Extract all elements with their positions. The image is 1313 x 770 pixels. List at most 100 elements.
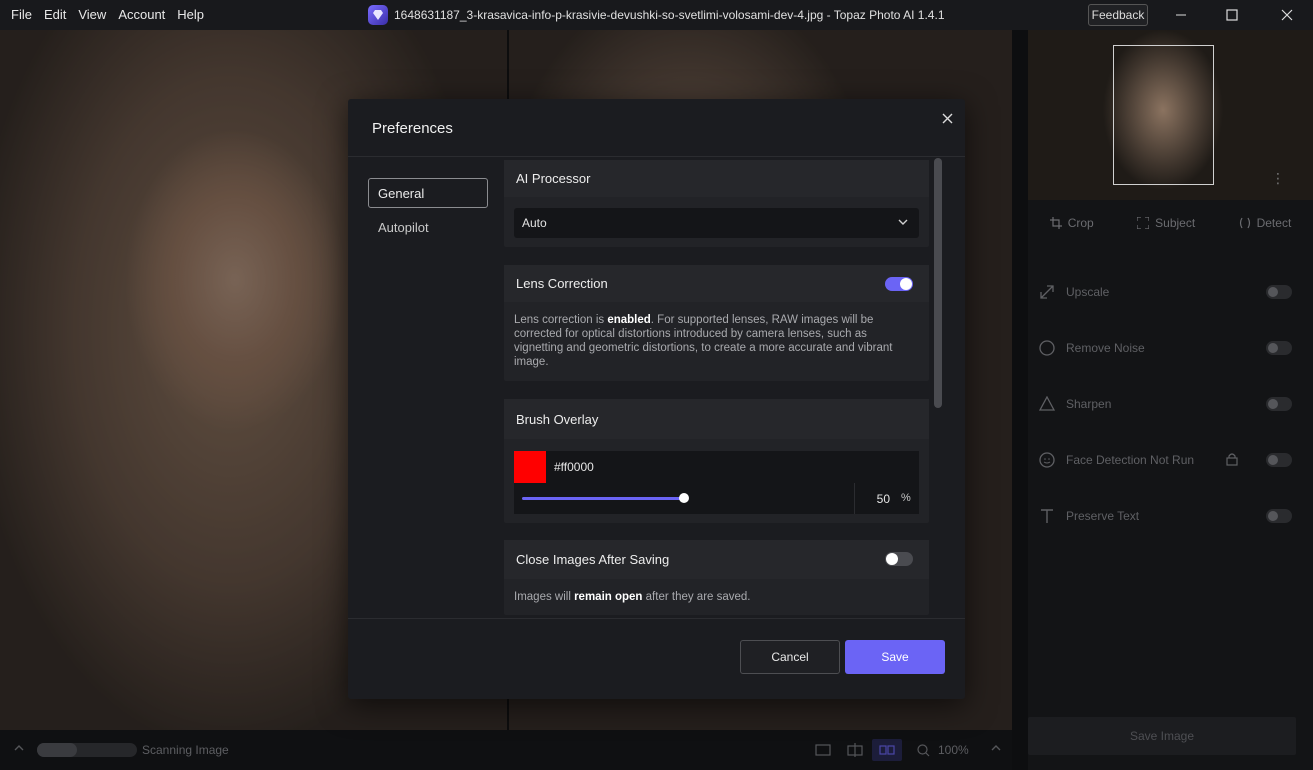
section-heading: AI Processor — [516, 171, 591, 186]
opacity-value-input[interactable]: 50 — [866, 492, 890, 506]
desc-text: after they are saved. — [642, 591, 751, 603]
single-view-icon[interactable] — [810, 740, 836, 760]
sharpen-toggle[interactable] — [1266, 397, 1292, 411]
scan-status-label: Scanning Image — [142, 743, 229, 757]
remove-noise-icon — [1038, 339, 1056, 357]
navigator-viewport-frame[interactable] — [1113, 45, 1214, 185]
menu-account[interactable]: Account — [112, 0, 171, 30]
ai-processor-select[interactable]: Auto — [514, 208, 919, 238]
divider — [854, 483, 855, 514]
close-after-saving-toggle[interactable] — [885, 552, 913, 566]
zoom-level[interactable]: 100% — [938, 743, 969, 757]
filter-preserve-text[interactable]: Preserve Text — [1038, 504, 1292, 528]
upscale-icon — [1038, 283, 1056, 301]
feedback-button[interactable]: Feedback — [1088, 4, 1148, 26]
dialog-title: Preferences — [372, 120, 453, 137]
topaz-logo-icon — [368, 5, 388, 25]
close-icon — [942, 113, 952, 123]
save-button[interactable]: Save — [845, 640, 945, 674]
filter-label: Upscale — [1066, 285, 1110, 299]
filter-label: Remove Noise — [1066, 341, 1145, 355]
side-by-side-view-icon[interactable] — [872, 739, 902, 761]
preserve-text-toggle[interactable] — [1266, 509, 1292, 523]
close-dialog-button[interactable] — [939, 109, 955, 127]
filter-label: Sharpen — [1066, 397, 1112, 411]
tab-general[interactable]: General — [368, 178, 488, 208]
more-options-icon[interactable]: ⋮ — [1271, 170, 1285, 187]
subject-icon — [1137, 217, 1150, 229]
sharpen-icon — [1038, 395, 1056, 413]
close-window-button[interactable] — [1264, 0, 1310, 30]
subject-label: Subject — [1155, 216, 1196, 230]
filter-remove-noise[interactable]: Remove Noise — [1038, 336, 1292, 360]
cancel-button[interactable]: Cancel — [740, 640, 840, 674]
lock-icon — [1226, 452, 1238, 469]
maximize-button[interactable] — [1209, 0, 1255, 30]
detect-label: Detect — [1256, 216, 1292, 230]
section-heading: Lens Correction — [516, 276, 608, 291]
selected-value: Auto — [522, 216, 547, 230]
face-icon — [1038, 451, 1056, 469]
brush-overlay-heading: Brush Overlay — [504, 399, 929, 439]
desc-text: Images will — [514, 591, 575, 603]
window-title: 1648631187_3-krasavica-info-p-krasivie-d… — [368, 0, 945, 30]
lens-correction-heading: Lens Correction — [504, 265, 929, 302]
scan-progress-fill — [37, 743, 77, 757]
preferences-scrollbar[interactable] — [934, 158, 942, 408]
subject-tool-button[interactable]: Subject — [1137, 216, 1195, 230]
preferences-dialog: Preferences General Autopilot AI Process… — [348, 99, 965, 699]
window-title-text: 1648631187_3-krasavica-info-p-krasivie-d… — [394, 8, 945, 22]
brush-overlay-section: Brush Overlay #ff0000 50 % — [504, 399, 929, 523]
maximize-icon — [1226, 9, 1238, 21]
preferences-content: AI Processor Auto Lens Correction Lens c… — [504, 158, 930, 617]
lens-correction-section: Lens Correction Lens correction is enabl… — [504, 265, 929, 381]
opacity-slider-thumb[interactable] — [679, 493, 689, 503]
section-heading: Brush Overlay — [516, 411, 599, 427]
chevron-up-icon[interactable] — [13, 742, 25, 757]
color-hex-value[interactable]: #ff0000 — [554, 460, 594, 474]
detect-tool-button[interactable]: Detect — [1239, 216, 1292, 230]
upscale-toggle[interactable] — [1266, 285, 1292, 299]
menu-edit[interactable]: Edit — [38, 0, 72, 30]
chevron-up-icon[interactable] — [990, 742, 1002, 757]
minimize-icon — [1176, 14, 1186, 16]
close-after-saving-description: Images will remain open after they are s… — [504, 579, 929, 604]
lens-correction-toggle[interactable] — [885, 277, 913, 291]
status-bar: Scanning Image 100% — [0, 730, 1012, 770]
opacity-unit: % — [901, 492, 911, 504]
filter-sharpen[interactable]: Sharpen — [1038, 392, 1292, 416]
tab-autopilot[interactable]: Autopilot — [378, 218, 429, 238]
menu-help[interactable]: Help — [171, 0, 210, 30]
desc-emphasis: remain open — [574, 591, 643, 603]
toggle-knob — [886, 553, 898, 565]
title-bar: File Edit View Account Help 1648631187_3… — [0, 0, 1313, 30]
ai-processor-heading: AI Processor — [504, 160, 929, 197]
navigator-thumbnail[interactable]: ⋮ — [1028, 30, 1313, 200]
split-view-icon[interactable] — [842, 740, 868, 760]
save-image-button[interactable]: Save Image — [1028, 717, 1296, 755]
color-swatch[interactable] — [514, 451, 546, 483]
filter-label: Face Detection Not Run — [1066, 453, 1195, 467]
chevron-down-icon — [898, 219, 908, 225]
menu-bar: File Edit View Account Help — [0, 0, 210, 30]
divider — [348, 156, 965, 157]
desc-text: Lens correction is — [514, 314, 608, 326]
remove-noise-toggle[interactable] — [1266, 341, 1292, 355]
brush-color-picker[interactable]: #ff0000 — [514, 451, 919, 483]
menu-view[interactable]: View — [72, 0, 112, 30]
toggle-knob — [900, 278, 912, 290]
detect-icon — [1239, 217, 1250, 229]
close-icon — [1281, 9, 1293, 21]
filter-face-detection[interactable]: Face Detection Not Run — [1038, 448, 1292, 472]
face-detection-toggle[interactable] — [1266, 453, 1292, 467]
menu-file[interactable]: File — [5, 0, 38, 30]
close-after-saving-heading: Close Images After Saving — [504, 540, 929, 579]
zoom-icon[interactable] — [910, 740, 936, 760]
selection-tools: Crop Subject Detect — [1028, 216, 1313, 230]
brush-opacity-control: 50 % — [514, 483, 919, 514]
desc-emphasis: enabled — [607, 314, 651, 326]
minimize-button[interactable] — [1158, 0, 1204, 30]
filter-upscale[interactable]: Upscale — [1038, 280, 1292, 304]
opacity-slider-track[interactable] — [522, 497, 684, 500]
crop-tool-button[interactable]: Crop — [1049, 216, 1094, 230]
